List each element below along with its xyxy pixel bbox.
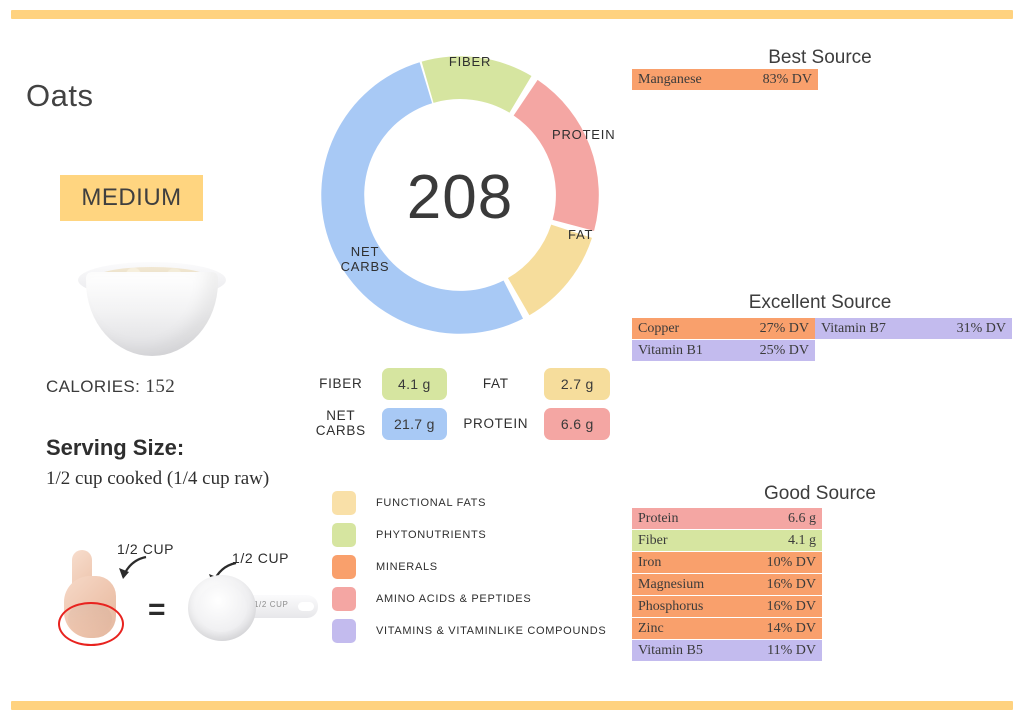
donut-label-fiber: FIBER [448,54,492,69]
nutrient-value: 6.6 g [788,510,816,526]
donut-center-value: 208 [406,162,514,232]
legend-item: MINERALS [332,554,622,580]
donut-label-protein: PROTEIN [552,127,616,142]
nutrient-name: Manganese [638,71,702,87]
best-source-row-manganese[interactable]: Manganese 83% DV [632,69,818,90]
hand-arrow-icon [119,555,147,579]
excellent-source-heading: Excellent Source [748,292,892,313]
good-source-row-phosphorus[interactable]: Phosphorus 16% DV [632,596,822,617]
good-source-row-zinc[interactable]: Zinc 14% DV [632,618,822,639]
donut-label-fat: FAT [568,227,594,242]
legend-label-vitamins: VITAMINS & VITAMINLIKE COMPOUNDS [376,625,607,637]
legend-label-amino-acids: AMINO ACIDS & PEPTIDES [376,593,532,605]
measuring-cup-handle: 1/2 CUP [246,595,318,618]
oatmeal-bowl-image [72,248,232,363]
calories-value: 152 [145,376,176,397]
measuring-cup-inner [197,584,247,632]
donut-center-label-wrap: 208 [300,30,620,360]
legend-label-functional-fats: FUNCTIONAL FATS [376,497,487,509]
good-source-row-vitamin-b5[interactable]: Vitamin B5 11% DV [632,640,822,661]
good-source-row-fiber[interactable]: Fiber 4.1 g [632,530,822,551]
nutrient-value: 16% DV [766,576,816,592]
best-source-heading: Best Source [768,47,872,68]
top-divider-rule [11,10,1013,19]
page-title: Oats [26,78,94,113]
legend-swatch-minerals [332,555,356,579]
macro-row-bottom: NET CARBS 21.7 g PROTEIN 6.6 g [310,406,610,442]
serving-size-heading: Serving Size: [46,435,185,460]
portion-equivalence-illustration: 1/2 CUP = 1/2 CUP 1/2 CUP [58,525,320,655]
nutrient-name: Phosphorus [638,598,704,614]
nutrient-value: 11% DV [767,642,816,658]
good-source-row-iron[interactable]: Iron 10% DV [632,552,822,573]
legend-label-minerals: MINERALS [376,561,438,573]
macro-label-net-carbs: NET CARBS [315,408,366,438]
equals-sign: = [148,593,166,626]
nutrient-category-legend: FUNCTIONAL FATS PHYTONUTRIENTS MINERALS … [332,490,622,650]
macronutrient-donut-chart: 208 FIBER PROTEIN FAT NET CARBS [300,30,620,360]
legend-swatch-functional-fats [332,491,356,515]
macro-label-protein: PROTEIN [463,415,529,431]
nutrient-name: Vitamin B5 [638,642,703,658]
macro-chip-net-carbs: 21.7 g [381,408,448,440]
measuring-cup-image: 1/2 CUP [188,575,318,643]
nutrient-value: 14% DV [766,620,816,636]
macro-value-grid: FIBER 4.1 g FAT 2.7 g NET CARBS 21.7 g P… [310,366,610,444]
legend-swatch-amino-acids [332,587,356,611]
nutrient-name: Vitamin B7 [821,320,886,336]
bottom-divider-rule [11,701,1013,710]
nutrient-name: Iron [638,554,662,570]
status-badge: MEDIUM [60,175,203,221]
nutrient-value: 4.1 g [788,532,816,548]
good-source-heading: Good Source [764,483,876,504]
legend-item: AMINO ACIDS & PEPTIDES [332,586,622,612]
serving-size-value: 1/2 cup cooked (1/4 cup raw) [46,468,270,489]
cup-portion-label: 1/2 CUP [232,550,290,566]
legend-swatch-vitamins [332,619,356,643]
nutrient-value: 31% DV [956,320,1006,336]
legend-item: FUNCTIONAL FATS [332,490,622,516]
legend-label-phytonutrients: PHYTONUTRIENTS [376,529,487,541]
nutrient-value: 10% DV [766,554,816,570]
excellent-source-row-vitamin-b1[interactable]: Vitamin B1 25% DV [632,340,815,361]
macro-row-top: FIBER 4.1 g FAT 2.7 g [310,366,610,402]
nutrient-name: Zinc [638,620,664,636]
red-highlight-ellipse [58,602,124,646]
legend-item: PHYTONUTRIENTS [332,522,622,548]
calories-line: CALORIES: 152 [46,376,175,398]
nutrient-name: Fiber [638,532,668,548]
measuring-cup-bowl [188,575,256,641]
excellent-source-row-copper[interactable]: Copper 27% DV [632,318,815,339]
bowl-body [86,272,218,356]
nutrient-value: 27% DV [759,320,809,336]
macro-label-fiber: FIBER [319,375,363,391]
nutrient-name: Vitamin B1 [638,342,703,358]
good-source-row-magnesium[interactable]: Magnesium 16% DV [632,574,822,595]
legend-item: VITAMINS & VITAMINLIKE COMPOUNDS [332,618,622,644]
legend-swatch-phytonutrients [332,523,356,547]
macro-label-fat: FAT [482,375,509,391]
donut-label-net-carbs: NET CARBS [340,244,390,274]
calories-label: CALORIES: [46,377,141,396]
nutrient-value: 25% DV [759,342,809,358]
good-source-row-protein[interactable]: Protein 6.6 g [632,508,822,529]
infographic-canvas: Oats MEDIUM CALORIES: 152 Serving Size: … [0,0,1024,721]
nutrient-value: 83% DV [762,71,812,87]
handle-hole [298,602,314,611]
nutrient-name: Magnesium [638,576,705,592]
macro-chip-fat: 2.7 g [544,368,610,400]
macro-chip-protein: 6.6 g [544,408,610,440]
excellent-source-row-vitamin-b7[interactable]: Vitamin B7 31% DV [815,318,1012,339]
nutrient-name: Protein [638,510,679,526]
nutrient-name: Copper [638,320,680,336]
nutrient-value: 16% DV [766,598,816,614]
macro-chip-fiber: 4.1 g [381,368,448,400]
cup-handle-engraving: 1/2 CUP [254,600,289,609]
